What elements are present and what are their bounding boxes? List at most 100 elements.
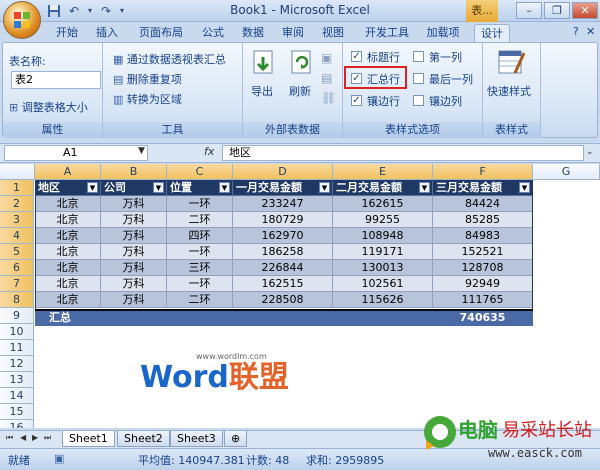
table-header-cell[interactable]: 公司 ▼ xyxy=(101,180,167,196)
macro-record-icon[interactable]: ▣ xyxy=(54,452,64,465)
table-cell[interactable]: 北京 xyxy=(35,276,101,292)
row-header[interactable]: 1 xyxy=(0,180,34,196)
column-header-b[interactable]: B xyxy=(101,164,167,180)
column-header-d[interactable]: D xyxy=(233,164,333,180)
row-header[interactable]: 4 xyxy=(0,228,34,244)
table-cell[interactable]: 186258 xyxy=(233,244,333,260)
banded-columns-checkbox[interactable] xyxy=(413,95,424,106)
column-header-c[interactable]: C xyxy=(167,164,233,180)
row-header[interactable]: 2 xyxy=(0,196,34,212)
table-header-cell[interactable]: 位置 ▼ xyxy=(167,180,233,196)
tab-data[interactable]: 数据 xyxy=(236,24,270,42)
first-sheet-icon[interactable]: ⏮ xyxy=(6,433,13,443)
table-cell[interactable]: 102561 xyxy=(333,276,433,292)
table-cell[interactable]: 119171 xyxy=(333,244,433,260)
table-header-cell[interactable]: 一月交易金额 ▼ xyxy=(233,180,333,196)
remove-duplicates-button[interactable]: ▤ 删除重复项 xyxy=(113,71,182,87)
tab-insert[interactable]: 插入 xyxy=(90,24,124,42)
last-sheet-icon[interactable]: ⏭ xyxy=(44,433,51,443)
table-cell[interactable]: 108948 xyxy=(333,228,433,244)
total-label-cell[interactable]: 汇总 xyxy=(35,310,101,326)
table-cell[interactable]: 一环 xyxy=(167,196,233,212)
unlink-icon[interactable]: ⛓ xyxy=(321,91,336,105)
tab-design[interactable]: 设计 xyxy=(474,24,510,42)
table-cell[interactable]: 228508 xyxy=(233,292,333,308)
row-header[interactable]: 13 xyxy=(0,372,34,388)
table-cell[interactable]: 233247 xyxy=(233,196,333,212)
filter-dropdown-icon[interactable]: ▼ xyxy=(319,182,330,193)
row-header[interactable]: 3 xyxy=(0,212,34,228)
export-button[interactable] xyxy=(251,49,277,82)
row-header[interactable]: 14 xyxy=(0,388,34,404)
row-header[interactable]: 12 xyxy=(0,356,34,372)
filter-dropdown-icon[interactable]: ▼ xyxy=(219,182,230,193)
expand-formula-bar-icon[interactable]: ⌄ xyxy=(586,147,594,157)
column-header-e[interactable]: E xyxy=(333,164,433,180)
name-box[interactable]: A1 xyxy=(4,145,148,161)
close-icon[interactable]: ✕ xyxy=(572,2,598,19)
table-cell[interactable]: 北京 xyxy=(35,228,101,244)
summarize-pivot-button[interactable]: ▦ 通过数据透视表汇总 xyxy=(113,51,226,67)
table-cell[interactable]: 一环 xyxy=(167,276,233,292)
sheet-tab-2[interactable]: Sheet2 xyxy=(117,431,170,447)
table-cell[interactable]: 99255 xyxy=(333,212,433,228)
undo-icon[interactable]: ↶ xyxy=(66,4,82,18)
column-header-f[interactable]: F xyxy=(433,164,533,180)
banded-rows-checkbox[interactable]: ✓ xyxy=(351,95,362,106)
table-header-cell[interactable]: 地区 ▼ xyxy=(35,180,101,196)
table-cell[interactable]: 130013 xyxy=(333,260,433,276)
table-header-cell[interactable]: 二月交易金额 ▼ xyxy=(333,180,433,196)
table-cell[interactable]: 162515 xyxy=(233,276,333,292)
table-cell[interactable]: 111765 xyxy=(433,292,533,308)
table-cell[interactable]: 四环 xyxy=(167,228,233,244)
convert-to-range-button[interactable]: ▥ 转换为区域 xyxy=(113,91,182,107)
table-cell[interactable]: 226844 xyxy=(233,260,333,276)
total-cell[interactable] xyxy=(333,310,433,326)
table-cell[interactable]: 万科 xyxy=(101,212,167,228)
header-row-checkbox[interactable]: ✓ xyxy=(351,51,362,62)
table-cell[interactable]: 三环 xyxy=(167,260,233,276)
first-column-checkbox[interactable] xyxy=(413,51,424,62)
table-cell[interactable]: 180729 xyxy=(233,212,333,228)
quick-styles-button[interactable] xyxy=(497,47,527,82)
total-cell[interactable] xyxy=(167,310,233,326)
tab-page-layout[interactable]: 页面布局 xyxy=(132,24,190,42)
table-cell[interactable]: 92949 xyxy=(433,276,533,292)
tab-review[interactable]: 审阅 xyxy=(276,24,310,42)
tab-developer[interactable]: 开发工具 xyxy=(358,24,416,42)
table-cell[interactable]: 152521 xyxy=(433,244,533,260)
row-header[interactable]: 11 xyxy=(0,340,34,356)
table-cell[interactable]: 北京 xyxy=(35,260,101,276)
prev-sheet-icon[interactable]: ◀ xyxy=(20,433,26,442)
context-tab-table-tools[interactable]: 表... xyxy=(466,0,498,22)
help-icon[interactable]: ? xyxy=(573,25,579,38)
table-cell[interactable]: 万科 xyxy=(101,196,167,212)
worksheet-grid[interactable]: A B C D E F G 1 2 3 4 5 6 7 8 9 10 11 12… xyxy=(0,164,600,428)
next-sheet-icon[interactable]: ▶ xyxy=(32,433,38,442)
total-cell[interactable] xyxy=(233,310,333,326)
table-cell[interactable]: 84424 xyxy=(433,196,533,212)
tab-addins[interactable]: 加载项 xyxy=(420,24,466,42)
restore-icon[interactable]: ❐ xyxy=(544,2,570,19)
table-cell[interactable]: 一环 xyxy=(167,244,233,260)
column-header-g[interactable]: G xyxy=(533,164,600,180)
row-header[interactable]: 7 xyxy=(0,276,34,292)
office-button[interactable] xyxy=(3,1,41,39)
row-header[interactable]: 8 xyxy=(0,292,34,308)
table-cell[interactable]: 万科 xyxy=(101,260,167,276)
table-cell[interactable]: 二环 xyxy=(167,292,233,308)
select-all-corner[interactable] xyxy=(0,164,35,180)
table-cell[interactable]: 万科 xyxy=(101,228,167,244)
tab-view[interactable]: 视图 xyxy=(316,24,350,42)
table-cell[interactable]: 万科 xyxy=(101,244,167,260)
table-cell[interactable]: 162615 xyxy=(333,196,433,212)
tab-formulas[interactable]: 公式 xyxy=(196,24,230,42)
table-cell[interactable]: 北京 xyxy=(35,212,101,228)
open-browser-icon[interactable]: ▤ xyxy=(321,71,332,85)
filter-dropdown-icon[interactable]: ▼ xyxy=(519,182,530,193)
table-cell[interactable]: 二环 xyxy=(167,212,233,228)
filter-dropdown-icon[interactable]: ▼ xyxy=(87,182,98,193)
save-icon[interactable] xyxy=(46,4,62,18)
filter-dropdown-icon[interactable]: ▼ xyxy=(419,182,430,193)
total-value-cell[interactable]: 740635 xyxy=(433,310,533,326)
